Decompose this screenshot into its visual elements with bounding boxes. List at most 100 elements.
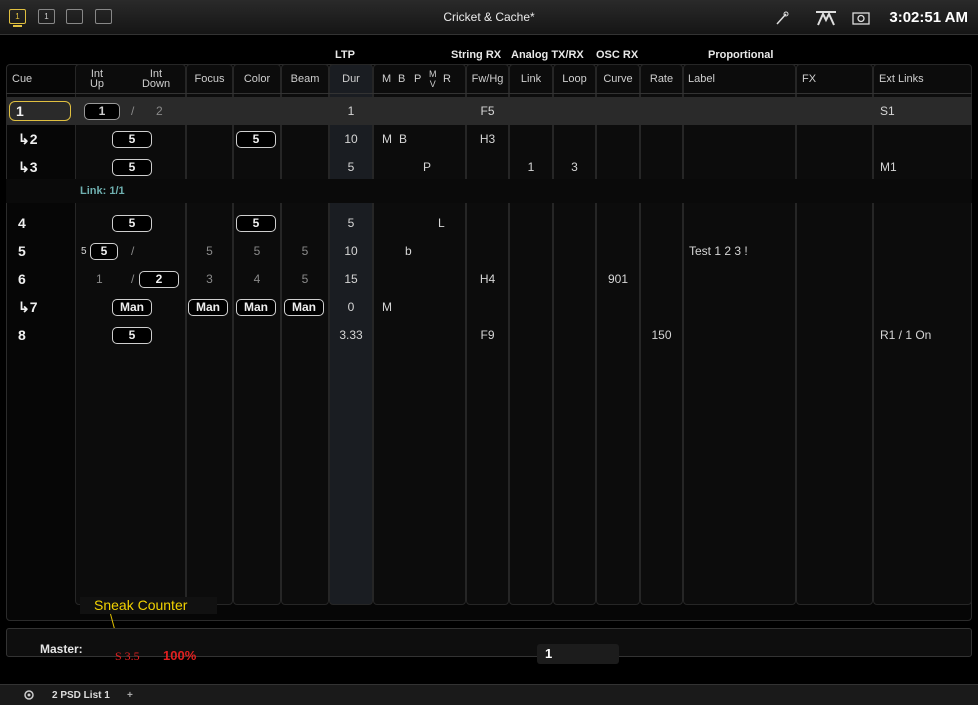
command-line-field[interactable]: 1 bbox=[537, 644, 619, 664]
beam-value[interactable]: 5 bbox=[281, 265, 329, 293]
ext-links-value[interactable]: S1 bbox=[880, 97, 895, 125]
hdr-cue[interactable]: Cue bbox=[12, 64, 52, 94]
color-value[interactable]: 5 bbox=[233, 237, 281, 265]
cue-number[interactable]: ↳3 bbox=[18, 153, 38, 181]
rate-value[interactable]: 150 bbox=[640, 321, 683, 349]
int-up-value: 5 bbox=[112, 130, 152, 148]
master-panel bbox=[6, 628, 972, 657]
color-cell[interactable]: 5 bbox=[236, 209, 276, 237]
hdr-dur[interactable]: Dur bbox=[329, 64, 373, 94]
dur-value[interactable]: 5 bbox=[329, 209, 373, 237]
cue-row[interactable]: 5 5 5 / 5 5 5 10 b Test 1 2 3 ! bbox=[6, 237, 972, 265]
int-up-value: 5 bbox=[112, 326, 152, 344]
int-up-cell[interactable]: 5 bbox=[90, 237, 118, 265]
cue-row[interactable]: ↳2 5 5 10 M B H3 bbox=[6, 125, 972, 153]
beam-cell[interactable]: Man bbox=[284, 293, 324, 321]
fwhg-value[interactable]: H3 bbox=[466, 125, 509, 153]
cue-number[interactable]: 4 bbox=[18, 209, 26, 237]
dur-value[interactable]: 15 bbox=[329, 265, 373, 293]
color-value: 5 bbox=[236, 214, 276, 232]
hdr-focus[interactable]: Focus bbox=[186, 64, 233, 94]
color-value[interactable]: 4 bbox=[233, 265, 281, 293]
focus-value[interactable]: 3 bbox=[186, 265, 233, 293]
dur-value[interactable]: 5 bbox=[329, 153, 373, 181]
flag-l: L bbox=[438, 216, 445, 230]
hdr-int-down-2: Down bbox=[141, 78, 171, 90]
cue-number[interactable]: 8 bbox=[18, 321, 26, 349]
hdr-fwhg[interactable]: Fw/Hg bbox=[466, 64, 509, 94]
hdr-flag-p[interactable]: P bbox=[414, 64, 428, 94]
dur-value[interactable]: 1 bbox=[329, 97, 373, 125]
hdr-flag-r[interactable]: R bbox=[443, 64, 457, 94]
dur-value[interactable]: 10 bbox=[329, 125, 373, 153]
color-cell[interactable]: 5 bbox=[236, 125, 276, 153]
flag-p: P bbox=[423, 160, 432, 174]
focus-value[interactable]: 5 bbox=[186, 237, 233, 265]
int-down-cell[interactable]: 2 bbox=[139, 265, 179, 293]
cue-number-cell[interactable]: 1 bbox=[9, 97, 71, 125]
ext-links-value[interactable]: R1 / 1 On bbox=[880, 321, 931, 349]
flag-b: b bbox=[405, 244, 412, 258]
int-up-cell[interactable]: Man bbox=[112, 293, 152, 321]
group-string-rx: String RX bbox=[451, 49, 502, 61]
int-slash: / bbox=[131, 272, 135, 286]
int-down-value: 2 bbox=[139, 270, 179, 288]
cue-number[interactable]: 5 bbox=[18, 237, 26, 265]
cue-number[interactable]: 6 bbox=[18, 265, 26, 293]
dur-value[interactable]: 3.33 bbox=[329, 321, 373, 349]
link-value[interactable]: 1 bbox=[509, 153, 553, 181]
dur-value[interactable]: 10 bbox=[329, 237, 373, 265]
int-up-cell[interactable]: 5 bbox=[112, 209, 152, 237]
ext-links-value[interactable]: M1 bbox=[880, 153, 897, 181]
cue-number[interactable]: ↳7 bbox=[18, 293, 38, 321]
dur-value[interactable]: 0 bbox=[329, 293, 373, 321]
hdr-flag-m[interactable]: M bbox=[382, 64, 396, 94]
cue-row[interactable]: 1 1 / 2 1 F5 S1 bbox=[6, 97, 972, 125]
gear-icon[interactable] bbox=[22, 688, 36, 702]
hdr-rate[interactable]: Rate bbox=[640, 64, 683, 94]
hdr-curve[interactable]: Curve bbox=[596, 64, 640, 94]
cue-row[interactable]: ↳3 5 5 P 1 3 M1 bbox=[6, 153, 972, 181]
hdr-link[interactable]: Link bbox=[509, 64, 553, 94]
cue-number[interactable]: ↳2 bbox=[18, 125, 38, 153]
hdr-color[interactable]: Color bbox=[233, 64, 281, 94]
label-value[interactable]: Test 1 2 3 ! bbox=[689, 237, 748, 265]
int-slash: / bbox=[131, 104, 135, 118]
hdr-int-up[interactable]: Int Up bbox=[84, 64, 110, 94]
hdr-flag-mv-2: V bbox=[429, 79, 436, 89]
hdr-beam[interactable]: Beam bbox=[281, 64, 329, 94]
add-tab-button[interactable]: + bbox=[127, 687, 133, 705]
beam-value: Man bbox=[284, 298, 324, 316]
group-analog: Analog TX/RX bbox=[511, 49, 584, 61]
curve-value[interactable]: 901 bbox=[596, 265, 640, 293]
wand-icon[interactable] bbox=[774, 10, 790, 26]
focus-cell[interactable]: Man bbox=[188, 293, 228, 321]
int-up-value[interactable]: 1 bbox=[96, 265, 103, 293]
cue-row[interactable]: 8 5 3.33 F9 150 R1 / 1 On bbox=[6, 321, 972, 349]
hdr-fx[interactable]: FX bbox=[802, 64, 862, 94]
eos-logo-icon[interactable] bbox=[815, 10, 837, 26]
master-percent[interactable]: 100% bbox=[163, 648, 196, 663]
hdr-ext-links[interactable]: Ext Links bbox=[879, 64, 969, 94]
int-up-cell[interactable]: 5 bbox=[112, 153, 152, 181]
cue-row[interactable]: 4 5 5 5 L bbox=[6, 209, 972, 237]
cue-row[interactable]: 6 1 / 2 3 4 5 15 H4 901 bbox=[6, 265, 972, 293]
fwhg-value[interactable]: H4 bbox=[466, 265, 509, 293]
int-down-value[interactable]: 2 bbox=[156, 97, 163, 125]
camera-icon[interactable] bbox=[852, 11, 870, 25]
hdr-flag-mv[interactable]: MV bbox=[429, 64, 441, 94]
hdr-int-down[interactable]: Int Down bbox=[136, 64, 176, 94]
cue-row[interactable]: ↳7 Man Man Man Man 0 M bbox=[6, 293, 972, 321]
hdr-flag-b[interactable]: B bbox=[398, 64, 412, 94]
int-up-cell[interactable]: 5 bbox=[112, 125, 152, 153]
int-up-cell[interactable]: 1 bbox=[84, 97, 120, 125]
loop-value[interactable]: 3 bbox=[553, 153, 596, 181]
tab-psd-list[interactable]: 2 PSD List 1 bbox=[52, 687, 110, 705]
int-up-cell[interactable]: 5 bbox=[112, 321, 152, 349]
color-cell[interactable]: Man bbox=[236, 293, 276, 321]
hdr-label[interactable]: Label bbox=[688, 64, 788, 94]
hdr-loop[interactable]: Loop bbox=[553, 64, 596, 94]
beam-value[interactable]: 5 bbox=[281, 237, 329, 265]
fwhg-value[interactable]: F5 bbox=[466, 97, 509, 125]
fwhg-value[interactable]: F9 bbox=[466, 321, 509, 349]
